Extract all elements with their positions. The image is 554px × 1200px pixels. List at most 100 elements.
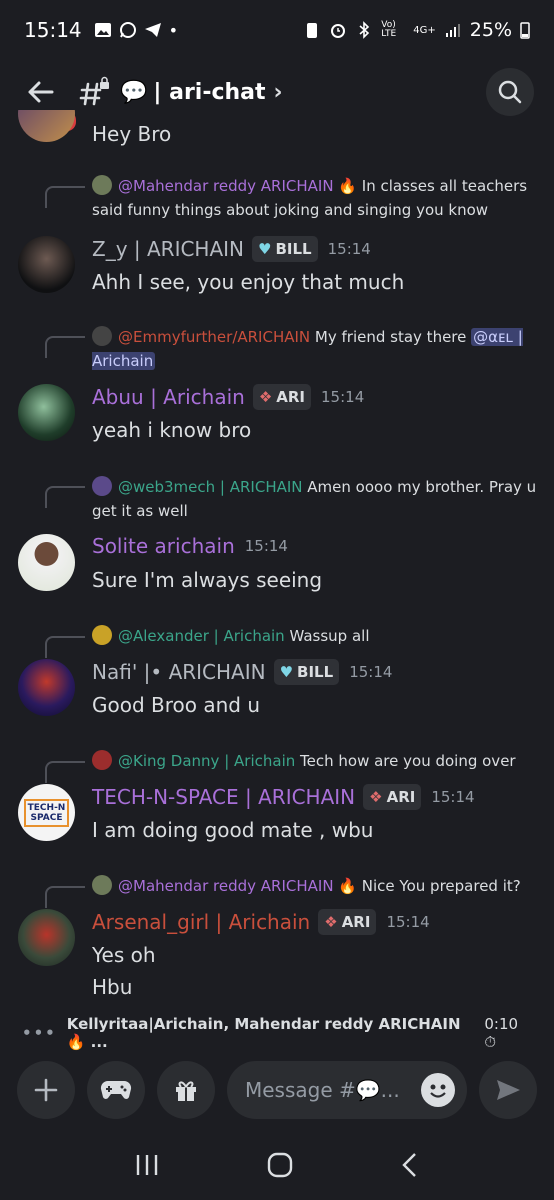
author-name[interactable]: TECH-N-SPACE | ARICHAIN <box>92 785 355 809</box>
reply-preview[interactable]: @web3mech | ARICHAIN Amen oooo my brothe… <box>92 475 537 523</box>
reply-text: Nice You prepared it? <box>361 877 521 895</box>
fire-emoji: 🔥 <box>338 177 358 195</box>
avatar[interactable] <box>18 909 75 966</box>
reply-author: @Alexander | Arichain <box>118 627 285 645</box>
timestamp: 15:14 <box>244 537 288 555</box>
system-navigation <box>0 1130 554 1200</box>
timestamp: 15:14 <box>349 663 393 681</box>
reply-avatar <box>92 750 112 770</box>
reply-avatar <box>92 175 112 195</box>
timestamp: 15:14 <box>431 788 475 806</box>
timestamp: 15:14 <box>327 240 371 258</box>
message[interactable]: @web3mech | ARICHAIN Amen oooo my brothe… <box>0 472 554 602</box>
reply-author: @King Danny | Arichain <box>118 752 296 770</box>
battery-level: 25% <box>469 19 512 41</box>
reply-avatar <box>92 476 112 496</box>
emoji-icon <box>430 1084 446 1098</box>
recent-apps-button[interactable] <box>134 1153 160 1177</box>
battery-saver-icon <box>307 23 318 38</box>
reply-preview[interactable]: @Mahendar reddy ARICHAIN 🔥 Nice You prep… <box>92 874 537 898</box>
gift-button[interactable] <box>157 1061 215 1119</box>
reply-spine <box>45 636 85 658</box>
reply-spine <box>45 186 85 208</box>
message-body: I am doing good mate , wbu <box>92 818 374 842</box>
diamond-icon: ❖ <box>258 388 273 406</box>
chevron-right-icon: › <box>273 79 283 105</box>
reply-spine <box>45 336 85 358</box>
tech-n-space-logo: TECH-N SPACE <box>23 798 70 827</box>
message[interactable]: @Alexander | Arichain Wassup all Nafi' |… <box>0 622 554 732</box>
reply-author: @web3mech | ARICHAIN <box>118 478 303 496</box>
reply-author: @Emmyfurther/ARICHAIN <box>118 328 311 346</box>
timestamp: 15:14 <box>321 388 365 406</box>
avatar[interactable] <box>18 236 75 293</box>
volte-label: Vo) LTE <box>381 20 397 39</box>
battery-icon <box>520 22 530 39</box>
message[interactable]: @Emmyfurther/ARICHAIN My friend stay the… <box>0 322 554 452</box>
avatar[interactable] <box>18 659 75 716</box>
reply-avatar <box>92 625 112 645</box>
author-name[interactable]: Abuu | Arichain <box>92 385 245 409</box>
author-name[interactable]: Nafi' |• ARICHAIN <box>92 660 266 684</box>
avatar[interactable] <box>18 110 75 142</box>
diamond-icon: ❖ <box>324 913 338 931</box>
message[interactable]: @Mahendar reddy ARICHAIN 🔥 Nice You prep… <box>0 872 554 1012</box>
role-tag: ❖ ARI <box>252 384 312 410</box>
activities-button[interactable] <box>87 1061 145 1119</box>
timestamp: 15:14 <box>386 913 430 931</box>
message-body: Sure I'm always seeing <box>92 568 323 592</box>
message-body: Ahh I see, you enjoy that much <box>92 270 405 294</box>
author-name[interactable]: Z_y | ARICHAIN <box>92 237 244 261</box>
slowmode-timer: 0:10 ⏱ <box>484 1015 519 1051</box>
reply-avatar <box>92 875 112 895</box>
whatsapp-icon <box>119 22 136 38</box>
reply-text: Wassup all <box>289 627 370 645</box>
bluetooth-icon <box>359 21 370 39</box>
notification-icons: • <box>94 21 178 40</box>
stopwatch-icon: ⏱ <box>484 1033 497 1051</box>
message-header: Z_y | ARICHAIN ♥ BILL 15:14 <box>92 236 371 262</box>
avatar[interactable]: TECH-N SPACE <box>18 784 75 841</box>
message[interactable]: Hey Bro <box>0 110 554 160</box>
reply-preview[interactable]: @King Danny | Arichain Tech how are you … <box>92 749 537 773</box>
reply-spine <box>45 886 85 908</box>
back-button[interactable]: 99 <box>24 75 80 134</box>
reply-preview[interactable]: @Mahendar reddy ARICHAIN 🔥 In classes al… <box>92 174 537 222</box>
message-header: Solite arichain 15:14 <box>92 534 288 558</box>
reply-text: My friend stay there <box>314 328 467 346</box>
gamepad-icon <box>100 1080 132 1099</box>
fire-emoji: 🔥 <box>338 877 358 895</box>
locked-text-channel-icon <box>79 76 109 106</box>
role-tag: ♥ BILL <box>252 236 318 262</box>
send-button[interactable] <box>479 1061 537 1119</box>
search-button[interactable] <box>486 68 534 116</box>
reply-text: Tech how are you doing over <box>300 752 516 770</box>
system-icons: Vo) LTE 4G+ 25% <box>303 19 530 41</box>
reply-spine <box>45 486 85 508</box>
signal-icon <box>445 24 460 37</box>
author-name[interactable]: Arsenal_girl | Arichain <box>92 910 310 934</box>
message-list[interactable]: Hey Bro @Mahendar reddy ARICHAIN 🔥 In cl… <box>0 110 554 1020</box>
message-body: Hey Bro <box>92 122 172 146</box>
author-name[interactable]: Solite arichain <box>92 534 235 558</box>
channel-title[interactable]: 💬 | ari-chat › <box>120 80 283 105</box>
network-type: 4G+ <box>413 24 436 36</box>
home-button[interactable] <box>267 1152 293 1178</box>
back-nav-button[interactable] <box>400 1152 420 1178</box>
status-bar: 15:14 • Vo) LTE 4G+ 25% <box>0 0 554 60</box>
reply-preview[interactable]: @Emmyfurther/ARICHAIN My friend stay the… <box>92 325 537 373</box>
reply-preview[interactable]: @Alexander | Arichain Wassup all <box>92 624 537 648</box>
avatar[interactable] <box>18 384 75 441</box>
back-arrow-icon <box>28 81 54 103</box>
role-tag: ❖ ARI <box>318 909 377 935</box>
emoji-button[interactable] <box>421 1073 455 1107</box>
message[interactable]: @Mahendar reddy ARICHAIN 🔥 In classes al… <box>0 172 554 302</box>
plus-icon <box>34 1078 58 1102</box>
message-input[interactable]: Message #💬... <box>227 1061 467 1119</box>
add-attachment-button[interactable] <box>17 1061 75 1119</box>
reply-spine <box>45 761 85 783</box>
avatar[interactable] <box>18 534 75 591</box>
message[interactable]: @King Danny | Arichain Tech how are you … <box>0 747 554 857</box>
reply-avatar <box>92 326 112 346</box>
alarm-icon <box>331 24 346 38</box>
